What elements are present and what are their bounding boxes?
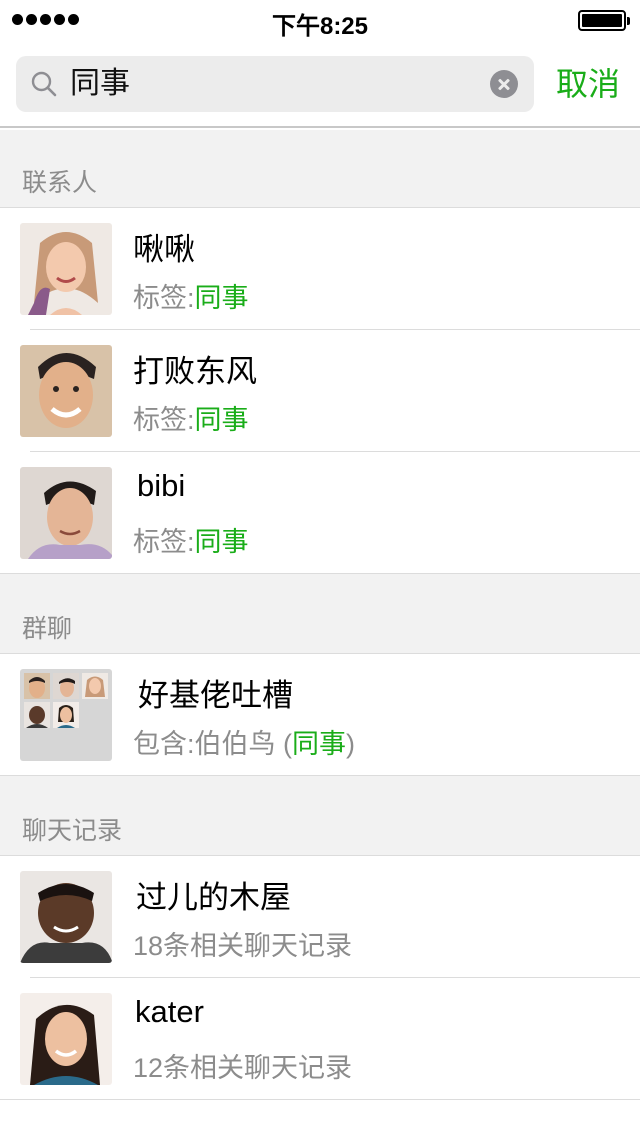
contact-name: bibi	[137, 468, 186, 503]
section-header-chat-history: 聊天记录	[0, 776, 640, 856]
tag-prefix: 标签:	[133, 527, 195, 557]
clear-icon[interactable]	[490, 70, 518, 98]
chat-history-row[interactable]: kater 12条相关聊天记录	[0, 978, 640, 1100]
chat-name: 过儿的木屋	[136, 880, 291, 915]
search-icon	[31, 71, 57, 97]
battery-icon	[578, 10, 630, 31]
section-title: 聊天记录	[22, 817, 123, 845]
divider	[0, 1099, 640, 1100]
section-title: 联系人	[22, 169, 98, 197]
contact-row[interactable]: bibi 标签:同事	[0, 452, 640, 574]
tag-highlight: 同事	[194, 283, 249, 313]
section-header-groups: 群聊	[0, 574, 640, 654]
tag-highlight: 同事	[194, 405, 249, 435]
chat-match-count: 18条相关聊天记录	[133, 931, 353, 961]
members-suffix: )	[346, 729, 355, 759]
chat-name: kater	[135, 994, 204, 1029]
chat-history-row[interactable]: 过儿的木屋 18条相关聊天记录	[0, 856, 640, 978]
contact-tag: 标签:同事	[133, 520, 249, 559]
tag-prefix: 标签:	[133, 405, 195, 435]
avatar	[20, 871, 112, 963]
search-input[interactable]: 同事	[16, 56, 534, 112]
search-header: 同事 取消	[0, 40, 640, 128]
contact-tag: 标签:同事	[133, 276, 249, 315]
chat-match-count: 12条相关聊天记录	[133, 1053, 353, 1083]
section-title: 群聊	[22, 615, 73, 643]
group-members: 包含:伯伯鸟 (同事)	[133, 722, 355, 761]
avatar	[20, 223, 112, 315]
group-avatar	[20, 669, 112, 761]
avatar	[20, 993, 112, 1085]
contact-name: 啾啾	[133, 232, 195, 267]
tag-prefix: 标签:	[133, 283, 195, 313]
avatar	[20, 345, 112, 437]
members-prefix: 包含:伯伯鸟 (	[133, 729, 292, 759]
search-query[interactable]: 同事	[70, 56, 130, 112]
contact-row[interactable]: 啾啾 标签:同事	[0, 208, 640, 330]
group-name: 好基佬吐槽	[138, 678, 293, 713]
section-header-contacts: 联系人	[0, 130, 640, 208]
members-highlight: 同事	[292, 729, 346, 759]
contact-name: 打败东风	[133, 354, 257, 389]
status-time: 下午8:25	[271, 13, 369, 40]
status-bar: 下午8:25	[0, 0, 640, 40]
contact-tag: 标签:同事	[133, 398, 249, 437]
group-row[interactable]: 好基佬吐槽 包含:伯伯鸟 (同事)	[0, 654, 640, 776]
contact-row[interactable]: 打败东风 标签:同事	[0, 330, 640, 452]
cancel-button[interactable]: 取消	[556, 56, 620, 112]
avatar	[20, 467, 112, 559]
tag-highlight: 同事	[194, 527, 249, 557]
